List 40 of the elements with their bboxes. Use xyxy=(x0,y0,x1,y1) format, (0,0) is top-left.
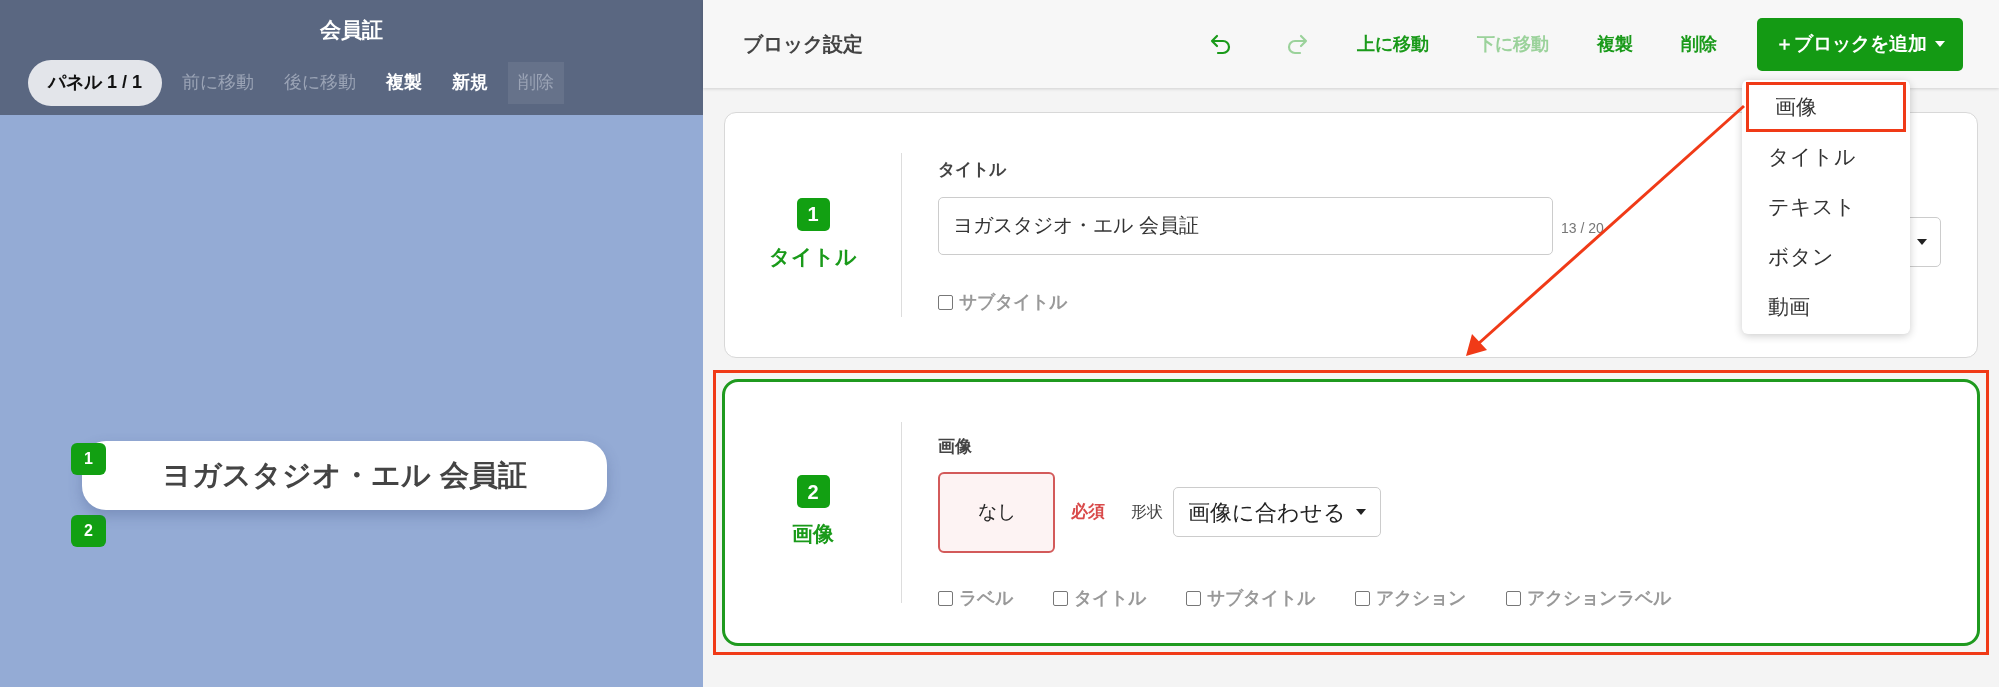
option-label: タイトル xyxy=(1074,586,1146,610)
number-badge: 1 xyxy=(796,197,830,231)
option-label: アクションラベル xyxy=(1527,586,1671,610)
checkbox[interactable] xyxy=(1506,590,1521,606)
checkbox[interactable] xyxy=(1053,590,1068,606)
menu-item[interactable]: テキスト xyxy=(1742,182,1910,232)
field-label: タイトル xyxy=(938,159,1006,181)
option-label: サブタイトル xyxy=(1207,586,1315,610)
menu-item[interactable]: ボタン xyxy=(1742,232,1910,282)
number-badge: 2 xyxy=(796,475,830,509)
text-input[interactable]: ヨガスタジオ・エル 会員証 xyxy=(938,196,1553,255)
block-type-label: 画像 xyxy=(792,521,834,548)
add-block-button[interactable]: ＋ブロックを追加 xyxy=(1757,17,1963,71)
option-label: アクション xyxy=(1376,586,1466,610)
option-label: ラベル xyxy=(959,586,1013,610)
number-badge: 2 xyxy=(71,515,106,547)
caret-icon xyxy=(1356,509,1366,515)
checkbox[interactable] xyxy=(1186,590,1201,606)
panel-title: 会員証 xyxy=(320,17,383,43)
menu-item[interactable]: 動画 xyxy=(1742,282,1910,332)
checkbox[interactable] xyxy=(938,294,953,310)
required-label: 必須 xyxy=(1071,501,1105,524)
checkbox[interactable] xyxy=(1355,590,1370,606)
number-badge: 1 xyxy=(71,443,106,475)
field-label: 画像 xyxy=(938,436,972,458)
panel-title: ブロック設定 xyxy=(743,32,863,57)
toolbar-button[interactable]: 複製 xyxy=(376,61,433,104)
caret-icon xyxy=(1917,239,1927,245)
shape-label: 形状 xyxy=(1131,502,1163,522)
toolbar-button[interactable]: 新規 xyxy=(442,61,499,104)
shape-select[interactable]: 画像に合わせる xyxy=(1173,487,1381,537)
menu-item[interactable]: タイトル xyxy=(1742,132,1910,182)
option-label: サブタイトル xyxy=(959,290,1067,314)
block-card[interactable]: 2 画像 画像 なし 必須 形状 画像に合わせる ラベル タイトル サブタイトル アクション アクションラベル xyxy=(722,379,1980,646)
panel-pill[interactable]: パネル 1 / 1 xyxy=(28,59,163,106)
char-counter: 13 / 20 xyxy=(1561,218,1604,238)
checkbox[interactable] xyxy=(938,590,953,606)
image-select-button[interactable]: なし xyxy=(938,471,1055,553)
block-type-label: タイトル xyxy=(769,243,857,270)
menu-item[interactable]: 画像 xyxy=(1746,82,1906,132)
